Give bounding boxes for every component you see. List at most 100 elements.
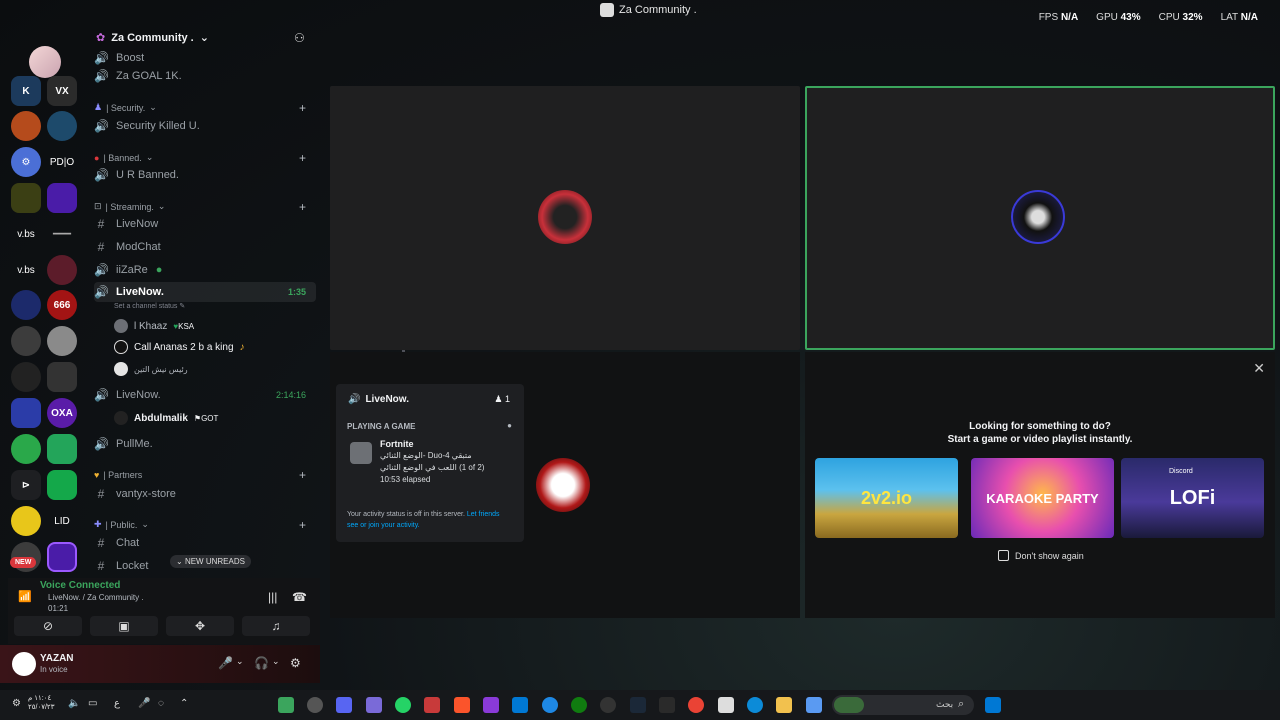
server-icon[interactable]: K — [11, 76, 41, 106]
server-icon[interactable]: 666 — [47, 290, 77, 320]
taskbar-app-icon[interactable] — [424, 697, 440, 713]
chrome-icon[interactable] — [688, 697, 704, 713]
close-icon[interactable]: ✕ — [1253, 360, 1265, 377]
category-public[interactable]: ✚ | Public. ⌄ + — [94, 518, 316, 532]
microphone-icon[interactable]: 🎤 — [138, 698, 150, 709]
vscode-icon[interactable] — [512, 697, 528, 713]
server-icon[interactable]: VX — [47, 76, 77, 106]
add-channel-icon[interactable]: + — [299, 101, 306, 115]
file-explorer-icon[interactable] — [776, 697, 792, 713]
server-icon[interactable] — [47, 542, 77, 572]
dont-show-again-checkbox[interactable]: Don't show again — [998, 550, 1084, 561]
channel-iizare[interactable]: 🔊 iiZaRe ● — [94, 260, 316, 280]
server-icon[interactable]: ━━━ — [47, 219, 77, 249]
voice-channel-name[interactable]: LiveNow. / Za Community . — [48, 593, 144, 602]
channel-pullme[interactable]: 🔊 PullMe. — [94, 434, 316, 454]
headphones-icon[interactable]: 🎧 — [254, 656, 269, 670]
server-icon[interactable] — [11, 434, 41, 464]
server-icon[interactable]: PD|O — [47, 147, 77, 177]
voice-member[interactable]: رئيس نيش التين — [114, 362, 188, 376]
channel-vantyx-store[interactable]: # vantyx-store — [94, 484, 316, 504]
soundboard-button[interactable]: ♫ — [242, 616, 310, 636]
network-icon[interactable]: ▭ — [88, 698, 97, 709]
chevron-up-icon[interactable]: ⌃ — [180, 698, 188, 709]
whatsapp-icon[interactable] — [395, 697, 411, 713]
category-banned[interactable]: ● | Banned. ⌄ + — [94, 151, 316, 165]
voice-member[interactable]: l Khaaz ♥KSA — [114, 319, 194, 333]
epic-games-icon[interactable] — [659, 697, 675, 713]
discord-icon[interactable] — [336, 697, 352, 713]
server-icon[interactable]: v.bs — [11, 255, 41, 285]
channel-modchat[interactable]: # ModChat — [94, 237, 316, 257]
xbox-icon[interactable] — [571, 697, 587, 713]
taskbar-app-icon[interactable] — [307, 697, 323, 713]
screen-share-button[interactable]: ▣ — [90, 616, 158, 636]
steam-icon[interactable] — [630, 697, 646, 713]
server-icon[interactable] — [11, 506, 41, 536]
add-friend-icon[interactable]: ⚇ — [294, 31, 305, 45]
server-icon[interactable] — [47, 434, 77, 464]
info-icon[interactable]: ● — [507, 421, 512, 430]
channel-livenow-text[interactable]: # LiveNow — [94, 214, 316, 234]
server-icon[interactable] — [11, 183, 41, 213]
server-icon[interactable]: v.bs — [11, 219, 41, 249]
server-icon[interactable] — [47, 362, 77, 392]
set-channel-status[interactable]: Set a channel status ✎ — [114, 302, 185, 310]
camera-off-button[interactable]: ⊘ — [14, 616, 82, 636]
server-icon[interactable] — [47, 470, 77, 500]
server-icon[interactable] — [11, 111, 41, 141]
voice-member[interactable]: Abdulmalik ⚑GOT — [114, 411, 218, 425]
server-icon[interactable]: OXA — [47, 398, 77, 428]
disconnect-icon[interactable]: ☎ — [292, 590, 307, 604]
taskbar-app-icon[interactable] — [600, 697, 616, 713]
new-unreads-pill[interactable]: ⌄ NEW UNREADS — [170, 555, 251, 568]
copilot-icon[interactable] — [806, 697, 822, 713]
taskbar-app-icon[interactable] — [278, 697, 294, 713]
server-icon[interactable] — [47, 111, 77, 141]
channel-chat[interactable]: # Chat — [94, 533, 316, 553]
channel-security-killed[interactable]: 🔊 Security Killed U. — [94, 116, 316, 136]
add-channel-icon[interactable]: + — [299, 518, 306, 532]
windows-start-icon[interactable] — [985, 697, 1001, 713]
server-icon[interactable] — [11, 326, 41, 356]
channel-boost[interactable]: 🔊 Boost — [94, 48, 316, 68]
brave-icon[interactable] — [454, 697, 470, 713]
activity-card[interactable]: Discord LOFi — [1121, 458, 1264, 538]
activity-card[interactable]: 2v2.io — [815, 458, 958, 538]
chevron-down-icon[interactable]: ⌄ — [272, 656, 280, 667]
store-icon[interactable] — [718, 697, 734, 713]
taskbar-app-icon[interactable] — [542, 697, 558, 713]
category-partners[interactable]: ♥ | Partners + — [94, 468, 316, 482]
add-channel-icon[interactable]: + — [299, 200, 306, 214]
language-indicator[interactable]: ع — [114, 698, 120, 709]
server-icon[interactable]: LID — [47, 506, 77, 536]
voice-member[interactable]: Call Ananas 2 b a king ♪ — [114, 340, 245, 354]
voice-tile-speaking[interactable] — [805, 86, 1275, 350]
gear-icon[interactable]: ⚙ — [290, 656, 301, 670]
add-channel-icon[interactable]: + — [299, 151, 306, 165]
add-channel-icon[interactable]: + — [299, 468, 306, 482]
taskbar-app-icon[interactable] — [366, 697, 382, 713]
server-icon[interactable] — [11, 398, 41, 428]
channel-livenow-voice[interactable]: 🔊 LiveNow. 1:35 — [94, 282, 316, 302]
popup-channel[interactable]: 🔊 LiveNow. — [348, 394, 409, 405]
server-header[interactable]: ✿ Za Community . ⌄ — [96, 31, 209, 45]
activities-button[interactable]: ✥ — [166, 616, 234, 636]
server-icon[interactable]: ⚙ — [11, 147, 41, 177]
edge-icon[interactable] — [747, 697, 763, 713]
channel-livenow-voice-2[interactable]: 🔊 LiveNow. 2:14:16 — [94, 385, 316, 405]
channel-za-goal[interactable]: 🔊 Za GOAL 1K. — [94, 66, 316, 86]
channel-ur-banned[interactable]: 🔊 U R Banned. — [94, 165, 316, 185]
taskbar-app-icon[interactable] — [483, 697, 499, 713]
activity-card[interactable]: KARAOKE PARTY — [971, 458, 1114, 538]
user-name[interactable]: YAZAN — [40, 653, 74, 664]
server-icon[interactable] — [47, 255, 77, 285]
app-tray-icon[interactable]: ◌ — [158, 698, 164, 709]
weather-icon[interactable]: ⚙ — [12, 698, 21, 709]
server-icon[interactable] — [47, 326, 77, 356]
category-security[interactable]: ♟ | Security. ⌄ + — [94, 101, 316, 115]
microphone-icon[interactable]: 🎤 — [218, 656, 233, 670]
chevron-down-icon[interactable]: ⌄ — [236, 656, 244, 667]
taskbar-search[interactable]: بحث ⌕ — [832, 695, 974, 715]
home-avatar-button[interactable] — [29, 46, 61, 78]
